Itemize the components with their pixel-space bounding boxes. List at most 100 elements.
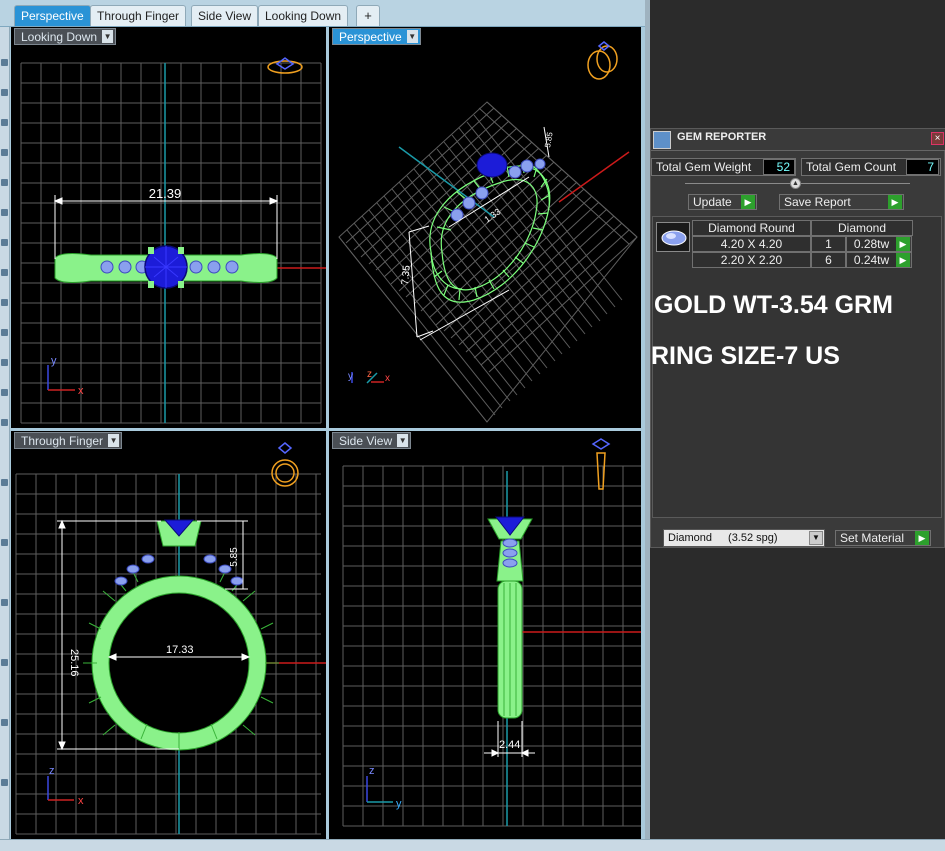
- viewport-label[interactable]: Through Finger ▼: [14, 432, 123, 449]
- tool-button[interactable]: [1, 299, 8, 306]
- chevron-down-icon[interactable]: ▼: [397, 434, 409, 447]
- ring-size-annotation: RING SIZE-7 US: [651, 342, 840, 370]
- view-cube-icon: [587, 41, 618, 80]
- tab-looking-down[interactable]: Looking Down: [258, 5, 349, 26]
- update-button-label: Update: [693, 195, 732, 209]
- tool-button[interactable]: [1, 539, 8, 546]
- tool-button[interactable]: [1, 599, 8, 606]
- gem-thumbnail[interactable]: [656, 222, 690, 252]
- add-tab-button[interactable]: +: [356, 5, 380, 26]
- total-gem-count-value: 7: [906, 159, 939, 175]
- grid: [20, 62, 322, 424]
- dimension-head-height: 5.85: [229, 547, 240, 567]
- tool-button[interactable]: [1, 479, 8, 486]
- material-spg: (3.52 spg): [728, 532, 778, 544]
- left-toolbar: [0, 27, 10, 851]
- tool-button[interactable]: [1, 329, 8, 336]
- gold-weight-annotation: GOLD WT-3.54 GRM: [654, 291, 893, 319]
- through-finger-canvas: 25.16 17.33 5.85 z x: [15, 442, 326, 835]
- play-icon: ▶: [915, 531, 929, 545]
- tool-button[interactable]: [1, 89, 8, 96]
- tab-perspective[interactable]: Perspective: [14, 5, 91, 26]
- gem-row-1-size: 4.20 X 4.20: [692, 236, 811, 252]
- chevron-down-icon[interactable]: ▼: [406, 30, 418, 43]
- tool-button[interactable]: [1, 419, 8, 426]
- tool-button[interactable]: [1, 779, 8, 786]
- gem-row-2-count: 6: [811, 252, 846, 268]
- gem-row-2-size: 2.20 X 2.20: [692, 252, 811, 268]
- viewport-through-finger[interactable]: Through Finger ▼ 25.16 17.33 5.85 z x: [11, 431, 326, 839]
- dimension-height: 7.35: [400, 264, 413, 285]
- tool-button[interactable]: [1, 239, 8, 246]
- update-button[interactable]: Update ▶: [688, 194, 757, 210]
- axis-label-y: y: [396, 798, 402, 810]
- tool-button[interactable]: [1, 119, 8, 126]
- collapse-icon[interactable]: ▲: [790, 178, 801, 189]
- ring-side-profile: [487, 516, 533, 719]
- tool-button[interactable]: [1, 59, 8, 66]
- viewport-side-view[interactable]: Side View ▼ 2.44 z y: [329, 431, 641, 839]
- tool-button[interactable]: [1, 389, 8, 396]
- save-report-button[interactable]: Save Report ▶: [779, 194, 904, 210]
- gem-row-1-select-button[interactable]: ▶: [896, 236, 912, 252]
- center-stone: [476, 152, 508, 178]
- dimension-band-width: 2.44: [499, 739, 520, 751]
- viewport-workspace: Looking Down ▼ 21.39 y x Perspective ▼ 7…: [10, 27, 645, 839]
- side-view-canvas: 2.44 z y: [342, 438, 641, 827]
- viewport-label-text: Side View: [339, 434, 393, 448]
- perspective-canvas: 7.35 1.33 5.85 y z x: [338, 41, 638, 423]
- axis-label-x: x: [78, 385, 84, 397]
- viewport-label[interactable]: Looking Down ▼: [14, 28, 117, 45]
- chevron-down-icon[interactable]: ▼: [809, 531, 823, 545]
- gem-row-1-weight: 0.28tw: [846, 236, 897, 252]
- tab-through-finger[interactable]: Through Finger: [90, 5, 187, 26]
- set-material-button[interactable]: Set Material ▶: [835, 530, 931, 546]
- view-cube-icon: [267, 57, 303, 74]
- play-icon: ▶: [896, 237, 910, 251]
- axis-label-x: x: [78, 795, 84, 807]
- play-icon: ▶: [741, 195, 755, 209]
- gem-row-2-select-button[interactable]: ▶: [896, 252, 912, 268]
- viewport-label-text: Perspective: [339, 30, 402, 44]
- chevron-down-icon[interactable]: ▼: [102, 30, 114, 43]
- axis-label-z: z: [49, 765, 55, 777]
- viewport-label[interactable]: Perspective ▼: [332, 28, 421, 45]
- set-material-button-label: Set Material: [840, 531, 905, 545]
- tool-button[interactable]: [1, 149, 8, 156]
- gem-row-2-weight: 0.24tw: [846, 252, 897, 268]
- tool-button[interactable]: [1, 719, 8, 726]
- tool-button[interactable]: [1, 179, 8, 186]
- chevron-down-icon[interactable]: ▼: [108, 434, 120, 447]
- viewport-label-text: Looking Down: [21, 30, 98, 44]
- app-window: Perspective Through Finger Side View Loo…: [0, 0, 945, 851]
- tool-button[interactable]: [1, 269, 8, 276]
- dimension-inner-width: 17.33: [166, 644, 194, 656]
- tab-side-view[interactable]: Side View: [191, 5, 259, 26]
- dimension-head: 5.85: [543, 131, 555, 148]
- gem-reporter-title-bar: GEM REPORTER ×: [651, 129, 945, 151]
- viewport-perspective[interactable]: Perspective ▼ 7.35 1.33 5.85 y z x: [329, 27, 641, 428]
- status-bar: [0, 839, 945, 851]
- looking-down-canvas: 21.39 y x: [20, 57, 326, 424]
- gem-reporter-icon: [653, 131, 671, 149]
- gem-reporter-title: GEM REPORTER: [677, 131, 767, 143]
- viewport-label[interactable]: Side View ▼: [332, 432, 412, 449]
- axis-label-x: x: [385, 373, 390, 384]
- grid-perspective: [338, 101, 638, 423]
- gem-row-1-count: 1: [811, 236, 846, 252]
- tool-button[interactable]: [1, 209, 8, 216]
- viewport-looking-down[interactable]: Looking Down ▼ 21.39 y x: [11, 27, 326, 428]
- play-icon: ▶: [896, 253, 910, 267]
- total-gem-weight-value: 52: [763, 159, 795, 175]
- save-report-button-label: Save Report: [784, 195, 851, 209]
- material-select[interactable]: Diamond (3.52 spg) ▼: [663, 529, 825, 547]
- axis-label-z: z: [369, 765, 375, 777]
- axis-gizmo: y x: [47, 355, 84, 397]
- tool-button[interactable]: [1, 659, 8, 666]
- axis-gizmo: y z x: [348, 369, 390, 384]
- dimension-height: 25.16: [68, 649, 80, 677]
- tool-button[interactable]: [1, 359, 8, 366]
- close-icon[interactable]: ×: [931, 132, 944, 145]
- gem-table-header-material: Diamond: [811, 220, 913, 236]
- axis-label-y: y: [348, 371, 353, 382]
